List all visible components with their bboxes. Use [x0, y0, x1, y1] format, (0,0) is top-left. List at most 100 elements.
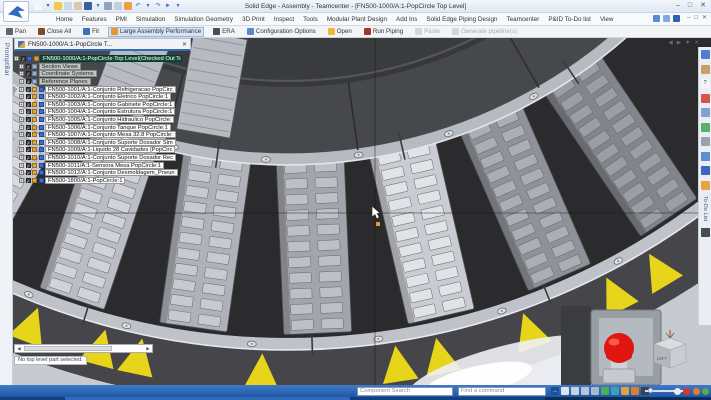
row-checkbox[interactable]	[26, 71, 31, 76]
expand-toggle-icon[interactable]	[19, 79, 24, 84]
new-document-icon[interactable]	[34, 2, 42, 10]
print-preview-icon[interactable]	[114, 2, 122, 10]
close-view-icon[interactable]: ✕	[694, 40, 699, 46]
tree-row[interactable]: FN500-1010/A:1-Conjunto Suporte Dosador …	[14, 154, 190, 162]
tree-row[interactable]: FN500-1001/A:1-Conjunto Refrigeracao Pop…	[14, 85, 190, 93]
component-search-input[interactable]	[357, 387, 453, 396]
paste-icon[interactable]	[74, 2, 82, 10]
toolbar-button[interactable]: Run Piping	[361, 27, 406, 37]
send-arrow-icon[interactable]: →	[551, 387, 559, 395]
color-manager-icon[interactable]	[701, 123, 710, 132]
minimize-doc-icon[interactable]: –	[687, 15, 690, 22]
save-dropdown-icon[interactable]: ▾	[94, 2, 102, 10]
row-checkbox[interactable]	[26, 94, 31, 99]
toolbar-button[interactable]: Configuration Options	[244, 27, 319, 37]
minimize-icon[interactable]: –	[676, 2, 680, 10]
row-checkbox[interactable]	[26, 87, 31, 92]
ribbon-tab[interactable]: Inspect	[274, 16, 294, 23]
screen-color-icon[interactable]	[674, 388, 681, 395]
new-dropdown-icon[interactable]: ▾	[44, 2, 52, 10]
zoom-slider-knob[interactable]	[648, 388, 653, 393]
image-viewer-icon[interactable]	[701, 152, 710, 161]
pathfinder-tab[interactable]: FN500-1000/A:1-PopCircle T... ✕	[14, 38, 191, 51]
scroll-right-icon[interactable]: ▶	[144, 346, 152, 352]
tree-row[interactable]: FN500-1011/A:1-Sensora Mesa PopCircle:1	[14, 161, 190, 169]
tree-row[interactable]: Section Views	[14, 63, 190, 71]
ribbon-tab[interactable]: Features	[82, 16, 107, 23]
todo-list-dock-label[interactable]: To-Do List	[702, 196, 708, 221]
row-checkbox[interactable]	[26, 170, 31, 175]
tree-row[interactable]: FN500-1012/A:1-Conjunto Desmoldagem_Pneu…	[14, 169, 190, 177]
row-checkbox[interactable]	[26, 117, 31, 122]
toolbar-button[interactable]: Large Assembly Performance	[108, 27, 204, 37]
row-checkbox[interactable]	[26, 109, 31, 114]
ribbon-tab[interactable]: Solid Edge Piping Design	[426, 16, 497, 23]
toolbar-button[interactable]: Pan	[3, 27, 29, 37]
row-checkbox[interactable]	[26, 155, 31, 160]
style-panel-icon[interactable]	[653, 15, 660, 22]
restore-doc-icon[interactable]: □	[694, 15, 698, 22]
toolbar-button[interactable]: Close All	[35, 27, 74, 37]
copy-panel-icon[interactable]	[701, 50, 710, 59]
tree-row[interactable]: FN500-1005/A:1-Conjunto Hidraulico PopCi…	[14, 116, 190, 124]
copy-icon[interactable]	[64, 2, 72, 10]
tree-row[interactable]: FN500-1002/A:1-Conjunto Eletrico PopCirc…	[14, 93, 190, 101]
row-checkbox[interactable]	[26, 178, 31, 183]
undo-icon[interactable]: ↶	[134, 2, 142, 10]
close-doc-icon[interactable]: ✕	[702, 15, 707, 22]
window-cascade-icon[interactable]	[581, 387, 589, 395]
tree-row[interactable]: FN500-1800/A:1-PopCircle:1	[14, 177, 190, 185]
expand-toggle-icon[interactable]	[19, 125, 24, 130]
presence-status-icon[interactable]	[702, 388, 709, 395]
theme-panel-icon[interactable]	[663, 15, 670, 22]
expand-toggle-icon[interactable]	[19, 170, 24, 175]
ribbon-tab[interactable]: Simulation	[136, 16, 165, 23]
print-icon[interactable]	[104, 2, 112, 10]
scrollbar-thumb[interactable]	[24, 346, 112, 351]
row-checkbox[interactable]	[26, 163, 31, 168]
toolbar-button[interactable]: Paste	[412, 27, 443, 37]
link-icon[interactable]	[701, 137, 710, 146]
row-checkbox[interactable]	[26, 132, 31, 137]
named-views-icon[interactable]	[621, 387, 629, 395]
tree-row[interactable]: FN500-1008/A:1-Conjunto Suporte Dosador …	[14, 139, 190, 147]
ribbon-tab[interactable]: Teamcenter	[506, 16, 539, 23]
close-tab-icon[interactable]: ✕	[182, 41, 187, 48]
undo-dropdown-icon[interactable]: ▾	[144, 2, 152, 10]
ribbon-tab[interactable]: Add Ins	[396, 16, 417, 23]
close-icon[interactable]: ✕	[700, 2, 706, 10]
ribbon-tab[interactable]: Modular Plant Design	[327, 16, 387, 23]
zoom-search-icon[interactable]	[571, 387, 579, 395]
toolbar-button[interactable]: Open	[325, 27, 355, 37]
next-view-icon[interactable]: ▶	[677, 40, 681, 46]
ribbon-tab[interactable]: Simulation Geometry	[174, 16, 233, 23]
expand-toggle-icon[interactable]	[19, 147, 24, 152]
row-checkbox[interactable]	[26, 79, 31, 84]
tree-row[interactable]: FN500-1009/A:1-Liquido 28 Cavidades (Pop…	[14, 146, 190, 154]
help-panel-icon[interactable]	[673, 15, 680, 22]
properties-icon[interactable]	[124, 2, 132, 10]
apps-icon[interactable]	[701, 94, 710, 103]
scroll-left-icon[interactable]: ◀	[15, 346, 23, 352]
expand-toggle-icon[interactable]	[19, 163, 24, 168]
tree-row[interactable]: FN500-1007/A:1-Conjunto Mesa 32.8 PopCir…	[14, 131, 190, 139]
tree-row[interactable]: FN500-1006/A:1-Conjunto Tanque PopCircle…	[14, 123, 190, 131]
library-icon[interactable]	[701, 65, 710, 74]
sync-view-icon[interactable]	[611, 387, 619, 395]
prev-view-icon[interactable]: ◀	[668, 40, 672, 46]
expand-toggle-icon[interactable]	[19, 140, 24, 145]
restore-icon[interactable]: □	[688, 2, 692, 10]
expand-toggle-icon[interactable]	[19, 64, 24, 69]
screens-icon[interactable]	[591, 387, 599, 395]
open-document-icon[interactable]	[54, 2, 62, 10]
row-checkbox[interactable]	[26, 125, 31, 130]
tree-row[interactable]: FN500-1004/A:1-Conjunto Estrutura PopCir…	[14, 108, 190, 116]
toolbar-button[interactable]: Fit	[80, 27, 102, 37]
select-arrow-icon[interactable]: ►	[164, 2, 172, 10]
row-checkbox[interactable]	[21, 56, 26, 61]
ribbon-tab[interactable]: Tools	[303, 16, 318, 23]
qat-menu-icon[interactable]: ▾	[174, 2, 182, 10]
expand-toggle-icon[interactable]	[19, 155, 24, 160]
help-icon[interactable]: ?	[701, 79, 710, 88]
find-command-input[interactable]	[458, 387, 546, 396]
